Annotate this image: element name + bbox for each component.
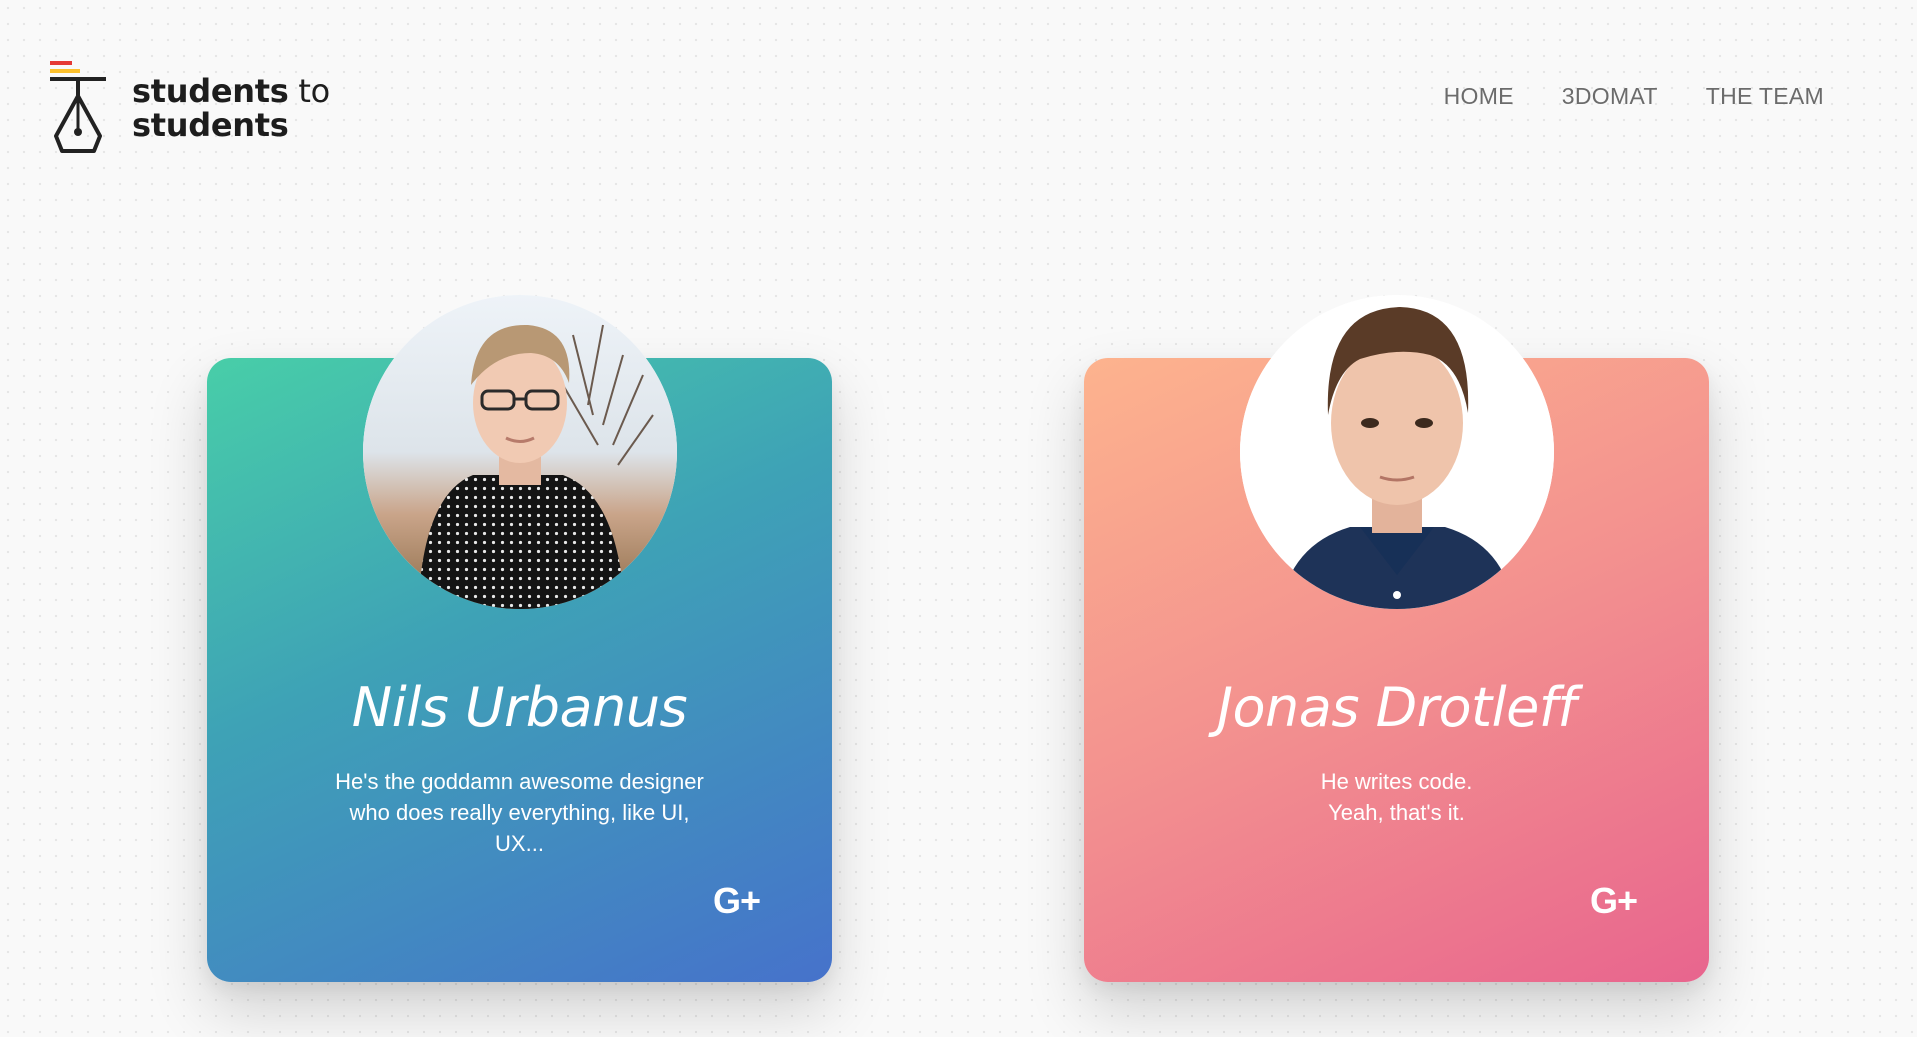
fountain-pen-nib-icon bbox=[50, 61, 106, 153]
google-plus-icon[interactable]: G+ bbox=[1590, 880, 1638, 922]
brand-logo[interactable]: students to students bbox=[48, 60, 330, 155]
member-name: Nils Urbanus bbox=[351, 676, 688, 739]
member-name: Jonas Drotleff bbox=[1217, 676, 1576, 739]
main-nav: HOME 3DOMAT THE TEAM bbox=[1444, 83, 1824, 110]
brand-line1-bold: students bbox=[132, 71, 289, 110]
avatar-photo bbox=[362, 295, 677, 609]
nav-the-team-link[interactable]: THE TEAM bbox=[1706, 83, 1824, 110]
brand-line2: students bbox=[132, 105, 289, 144]
team-card-nils: Nils Urbanus He's the goddamn awesome de… bbox=[207, 295, 832, 982]
nav-home-link[interactable]: HOME bbox=[1444, 83, 1514, 110]
brand-wordmark: students to students bbox=[132, 74, 330, 142]
avatar bbox=[362, 295, 677, 609]
avatar bbox=[1239, 295, 1554, 609]
nav-3domat-link[interactable]: 3DOMAT bbox=[1562, 83, 1658, 110]
google-plus-icon[interactable]: G+ bbox=[713, 880, 761, 922]
member-bio: He writes code. Yeah, that's it. bbox=[1320, 769, 1473, 825]
avatar-photo bbox=[1239, 295, 1554, 609]
team-card-jonas: Jonas Drotleff He writes code. Yeah, tha… bbox=[1084, 295, 1709, 982]
brand-line1-light: to bbox=[288, 71, 330, 110]
member-bio: He's the goddamn awesome designer who do… bbox=[335, 769, 704, 856]
